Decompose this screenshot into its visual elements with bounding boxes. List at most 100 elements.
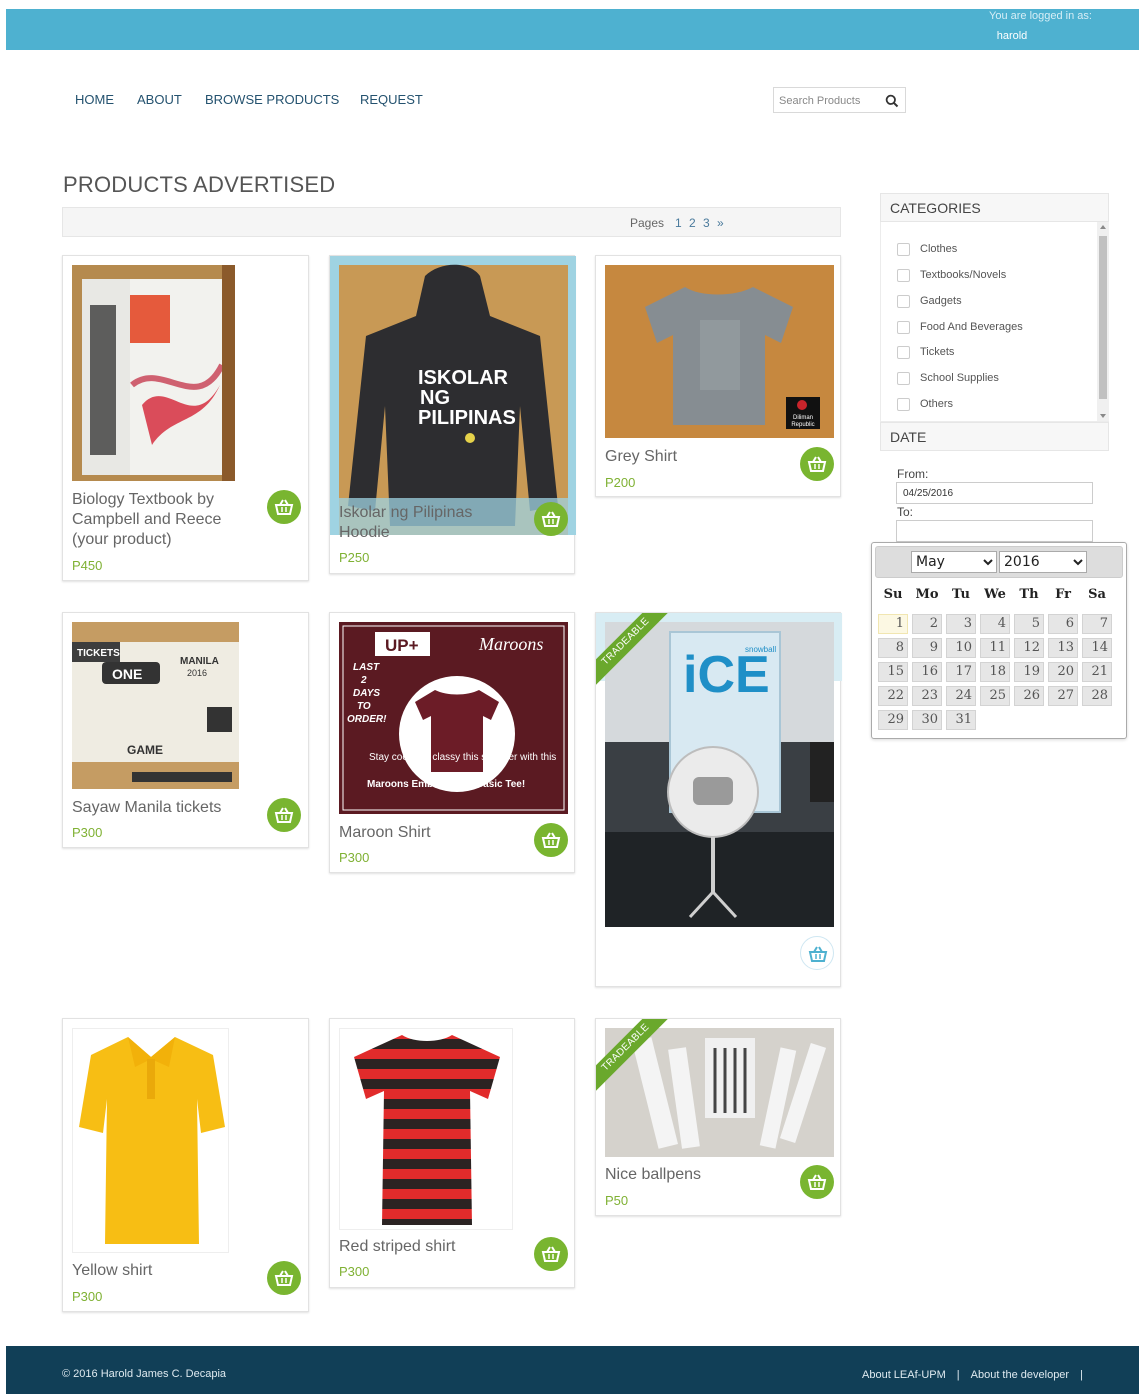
categories-scrollbar[interactable] (1097, 222, 1109, 421)
calendar-day[interactable]: 20 (1048, 662, 1078, 682)
calendar-day[interactable]: 23 (912, 686, 942, 706)
calendar-day[interactable]: 4 (980, 614, 1010, 634)
product-image-grey-shirt[interactable]: Diliman Republic (605, 265, 834, 438)
category-checkbox[interactable] (897, 398, 910, 411)
page-link-3[interactable]: 3 (703, 216, 710, 230)
category-label[interactable]: Clothes (920, 243, 957, 255)
category-checkbox[interactable] (897, 321, 910, 334)
calendar-day[interactable]: 1 (878, 614, 908, 634)
basket-button[interactable] (800, 447, 834, 481)
calendar-day[interactable]: 13 (1048, 638, 1078, 658)
category-label[interactable]: Gadgets (920, 295, 962, 307)
calendar-day[interactable]: 26 (1014, 686, 1044, 706)
product-image-hoodie[interactable]: ISKOLAR NG PILIPINAS (330, 256, 576, 535)
product-name[interactable]: Iskolar ng Pilipinas Hoodie (339, 503, 514, 543)
calendar-day[interactable]: 24 (946, 686, 976, 706)
basket-button[interactable] (534, 823, 568, 857)
calendar-day[interactable]: 18 (980, 662, 1010, 682)
page-link-1[interactable]: 1 (675, 216, 682, 230)
username[interactable]: harold (983, 30, 1041, 42)
calendar-day[interactable]: 21 (1082, 662, 1112, 682)
category-label[interactable]: Tickets (920, 346, 954, 358)
product-card[interactable]: TICKETS MANILA 2016 ONE GAME Sayaw Manil… (62, 612, 309, 848)
basket-button[interactable] (267, 798, 301, 832)
category-checkbox[interactable] (897, 243, 910, 256)
category-label[interactable]: Food And Beverages (920, 321, 1023, 333)
category-checkbox[interactable] (897, 269, 910, 282)
nav-browse-products[interactable]: BROWSE PRODUCTS (205, 92, 339, 107)
page-link-next[interactable]: » (717, 216, 724, 230)
scroll-thumb[interactable] (1099, 236, 1107, 399)
calendar-day[interactable]: 16 (912, 662, 942, 682)
scroll-down-icon[interactable] (1100, 414, 1106, 418)
product-card[interactable]: Yellow shirt P300 (62, 1018, 309, 1312)
page-link-2[interactable]: 2 (689, 216, 696, 230)
calendar-day[interactable]: 8 (878, 638, 908, 658)
calendar-day[interactable]: 28 (1082, 686, 1112, 706)
product-image-maroon-shirt[interactable]: UP+ Maroons LAST 2 DAYS TO ORDER! Stay c… (339, 622, 568, 814)
calendar-day[interactable]: 7 (1082, 614, 1112, 634)
product-card[interactable]: ISKOLAR NG PILIPINAS Iskolar ng Pilipina… (329, 255, 576, 574)
calendar-day[interactable]: 14 (1082, 638, 1112, 658)
calendar-day[interactable]: 15 (878, 662, 908, 682)
calendar-day[interactable]: 17 (946, 662, 976, 682)
product-card[interactable]: Diliman Republic Grey Shirt P200 (595, 255, 841, 497)
product-name[interactable]: Yellow shirt (72, 1261, 247, 1281)
category-checkbox[interactable] (897, 346, 910, 359)
product-card[interactable]: Biology Textbook by Campbell and Reece (… (62, 255, 309, 581)
calendar-day[interactable]: 2 (912, 614, 942, 634)
calendar-day[interactable]: 11 (980, 638, 1010, 658)
product-image-striped-shirt[interactable] (339, 1028, 513, 1230)
year-select[interactable]: 2016 (999, 551, 1087, 573)
calendar-day[interactable]: 29 (878, 710, 908, 730)
footer-link-developer[interactable]: About the developer (971, 1369, 1069, 1381)
product-image-tickets[interactable]: TICKETS MANILA 2016 ONE GAME (72, 622, 239, 789)
calendar-day[interactable]: 19 (1014, 662, 1044, 682)
product-name[interactable]: Nice ballpens (605, 1165, 780, 1185)
calendar-day[interactable]: 30 (912, 710, 942, 730)
basket-button[interactable] (267, 490, 301, 524)
calendar-day[interactable]: 31 (946, 710, 976, 730)
calendar-day[interactable]: 6 (1048, 614, 1078, 634)
basket-button[interactable] (534, 502, 568, 536)
search-icon[interactable] (885, 94, 899, 108)
product-name[interactable]: Sayaw Manila tickets (72, 798, 247, 818)
basket-button[interactable] (267, 1261, 301, 1295)
nav-home[interactable]: HOME (75, 92, 114, 107)
month-select[interactable]: May (911, 551, 997, 573)
category-checkbox[interactable] (897, 372, 910, 385)
calendar-day[interactable]: 12 (1014, 638, 1044, 658)
product-image-yellow-shirt[interactable] (72, 1028, 229, 1253)
calendar-day[interactable]: 9 (912, 638, 942, 658)
calendar-day[interactable]: 3 (946, 614, 976, 634)
product-name[interactable]: Maroon Shirt (339, 823, 514, 843)
calendar-day[interactable]: 22 (878, 686, 908, 706)
from-date-input[interactable] (896, 482, 1093, 504)
category-label[interactable]: Others (920, 398, 953, 410)
product-name[interactable]: Grey Shirt (605, 447, 780, 467)
product-card[interactable]: Red striped shirt P300 (329, 1018, 575, 1288)
category-label[interactable]: School Supplies (920, 372, 999, 384)
product-card[interactable]: UP+ Maroons LAST 2 DAYS TO ORDER! Stay c… (329, 612, 575, 873)
basket-button[interactable] (534, 1237, 568, 1271)
product-image-biology[interactable] (72, 265, 235, 481)
basket-button[interactable] (800, 936, 834, 970)
nav-about[interactable]: ABOUT (137, 92, 182, 107)
calendar-day[interactable]: 10 (946, 638, 976, 658)
basket-button[interactable] (800, 1165, 834, 1199)
search-input[interactable] (779, 92, 879, 109)
footer-link-leaf[interactable]: About LEAf-UPM (862, 1369, 946, 1381)
calendar-day[interactable]: 25 (980, 686, 1010, 706)
calendar-day[interactable]: 5 (1014, 614, 1044, 634)
to-date-input[interactable] (896, 520, 1093, 542)
product-name[interactable]: Red striped shirt (339, 1237, 514, 1257)
product-card[interactable]: TRADEABLE Nice ballpens P50 (595, 1018, 841, 1216)
product-card[interactable]: iCE snowball TRADEABLE (595, 612, 842, 987)
category-checkbox[interactable] (897, 295, 910, 308)
maroon-text-8: Stay cool and classy this summer with th… (369, 752, 556, 763)
product-name[interactable]: Biology Textbook by Campbell and Reece (… (72, 490, 247, 550)
scroll-up-icon[interactable] (1100, 225, 1106, 229)
calendar-day[interactable]: 27 (1048, 686, 1078, 706)
nav-request[interactable]: REQUEST (360, 92, 423, 107)
category-label[interactable]: Textbooks/Novels (920, 269, 1006, 281)
